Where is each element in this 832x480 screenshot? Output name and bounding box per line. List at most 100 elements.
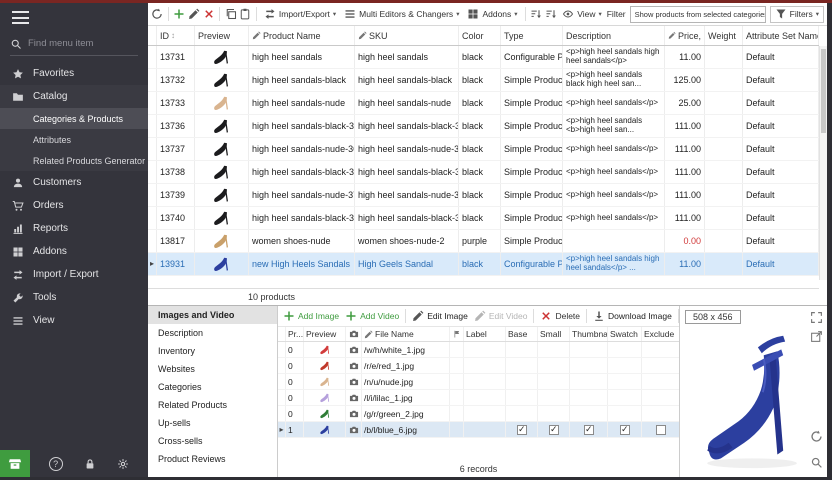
column-header-id[interactable]: ID↕ <box>157 26 195 45</box>
tab-inventory[interactable]: Inventory <box>148 342 277 360</box>
column-header-weight[interactable]: Weight <box>705 26 743 45</box>
edit-video-button[interactable]: Edit Video <box>472 310 530 322</box>
column-header-swatch[interactable]: Swatch <box>608 327 642 341</box>
thumbnail-checkbox[interactable] <box>584 425 594 435</box>
store-button[interactable] <box>0 450 30 477</box>
lock-icon[interactable] <box>84 458 96 470</box>
column-header-sku[interactable]: SKU <box>355 26 459 45</box>
product-row[interactable]: ▸ 13738 high heel sandals-black-37 high … <box>148 161 819 184</box>
add-image-button[interactable]: Add Image <box>281 310 341 322</box>
small-checkbox[interactable] <box>549 425 559 435</box>
import-export-menu[interactable]: Import/Export▾ <box>261 7 339 21</box>
product-row[interactable]: ▸ 13739 high heel sandals-nude-37 high h… <box>148 184 819 207</box>
multi-editors-menu[interactable]: Multi Editors & Changers▾ <box>341 7 462 21</box>
camera-icon <box>349 393 359 403</box>
column-header-exclude[interactable]: Exclude <box>642 327 680 341</box>
sidebar-item-tools[interactable]: Tools <box>0 286 148 309</box>
image-row[interactable]: ▸ 0 /g/r/green_2.jpg <box>278 406 679 422</box>
product-row[interactable]: ▸ 13733 high heel sandals-nude high heel… <box>148 92 819 115</box>
tab-description[interactable]: Description <box>148 324 277 342</box>
column-header-image-preview[interactable]: Preview <box>304 327 346 341</box>
image-row[interactable]: ▸ 0 /l/i/lilac_1.jpg <box>278 390 679 406</box>
sidebar-item-reports[interactable]: Reports <box>0 217 148 240</box>
column-header-base[interactable]: Base <box>506 327 538 341</box>
tab-images-and-video[interactable]: Images and Video <box>148 306 277 324</box>
cross-icon <box>540 310 552 322</box>
delete-image-button[interactable]: Delete <box>538 310 582 322</box>
column-header-small[interactable]: Small <box>538 327 570 341</box>
product-id-cell: 13931 <box>157 253 195 275</box>
column-header-preview[interactable]: Preview <box>195 26 249 45</box>
column-header-flag[interactable] <box>450 327 464 341</box>
sidebar-item-catalog[interactable]: Catalog <box>0 85 148 108</box>
product-row[interactable]: ▸ 13736 high heel sandals-black-36 high … <box>148 115 819 138</box>
fullscreen-expand-icon[interactable] <box>810 311 823 324</box>
product-row[interactable]: ▸ 13817 women shoes-nude women shoes-nud… <box>148 230 819 253</box>
tab-websites[interactable]: Websites <box>148 360 277 378</box>
tab-up-sells[interactable]: Up-sells <box>148 414 277 432</box>
category-filter-select[interactable]: Show products from selected categories▾ <box>630 6 766 23</box>
product-sku-cell: high heel sandals-black <box>355 69 459 91</box>
column-header-type[interactable]: Type <box>501 26 563 45</box>
product-row[interactable]: ▸ 13731 high heel sandals high heel sand… <box>148 46 819 69</box>
image-row[interactable]: ▸ 1 /b/l/blue_6.jpg <box>278 422 679 438</box>
column-header-file-name[interactable]: File Name <box>362 327 450 341</box>
sidebar-item-categories-products[interactable]: Categories & Products <box>0 108 148 129</box>
tab-related-products[interactable]: Related Products <box>148 396 277 414</box>
base-checkbox[interactable] <box>517 425 527 435</box>
edit-product-button[interactable] <box>188 6 201 22</box>
column-header-color[interactable]: Color <box>459 26 501 45</box>
exclude-checkbox[interactable] <box>656 425 666 435</box>
vertical-scrollbar[interactable] <box>819 46 827 280</box>
scrollbar-thumb[interactable] <box>821 49 826 133</box>
product-row[interactable]: ▸ 13931 new High Heels Sandals High Geel… <box>148 253 819 276</box>
tab-product-reviews[interactable]: Product Reviews <box>148 450 277 468</box>
add-video-button[interactable]: Add Video <box>343 310 401 322</box>
product-row[interactable]: ▸ 13740 high heel sandals-black-38 high … <box>148 207 819 230</box>
image-row[interactable]: ▸ 0 /n/u/nude.jpg <box>278 374 679 390</box>
addons-menu[interactable]: Addons▾ <box>464 7 520 21</box>
image-position-cell: 0 <box>286 406 304 421</box>
swatch-checkbox[interactable] <box>620 425 630 435</box>
menu-search-input[interactable] <box>28 38 128 49</box>
column-header-price[interactable]: Price, <box>665 26 705 45</box>
column-header-label[interactable]: Label <box>464 327 506 341</box>
edit-image-button[interactable]: Edit Image <box>410 310 470 322</box>
menu-toggle-icon[interactable] <box>12 11 29 24</box>
shoe-thumbnail-icon <box>319 408 331 420</box>
sidebar-item-attributes[interactable]: Attributes <box>0 129 148 150</box>
tab-cross-sells[interactable]: Cross-sells <box>148 432 277 450</box>
sidebar-item-favorites[interactable]: Favorites <box>0 62 148 85</box>
download-image-button[interactable]: Download Image <box>591 310 674 322</box>
delete-product-button[interactable] <box>202 6 215 22</box>
product-row[interactable]: ▸ 13732 high heel sandals-black high hee… <box>148 69 819 92</box>
sidebar-item-customers[interactable]: Customers <box>0 171 148 194</box>
copy-button[interactable] <box>224 6 237 22</box>
sort-desc-button[interactable] <box>544 6 557 22</box>
column-header-product-name[interactable]: Product Name <box>249 26 355 45</box>
settings-gear-icon[interactable] <box>117 458 129 470</box>
column-header-description[interactable]: Description <box>563 26 665 45</box>
paste-button[interactable] <box>239 6 252 22</box>
sidebar-item-orders[interactable]: Orders <box>0 194 148 217</box>
refresh-button[interactable] <box>151 6 164 22</box>
view-menu[interactable]: View▾ <box>559 7 605 21</box>
sidebar-item-related-products-generator[interactable]: Related Products Generator <box>0 150 148 171</box>
product-name-cell: high heel sandals-black-38 <box>249 207 355 229</box>
column-header-camera[interactable] <box>346 327 362 341</box>
image-row[interactable]: ▸ 0 /r/e/red_1.jpg <box>278 358 679 374</box>
add-product-button[interactable] <box>173 6 186 22</box>
sidebar-item-import-export[interactable]: Import / Export <box>0 263 148 286</box>
sort-asc-button[interactable] <box>530 6 543 22</box>
swatch-checkbox-cell <box>608 406 642 421</box>
column-header-thumbnail[interactable]: Thumbna <box>570 327 608 341</box>
sidebar-item-addons[interactable]: Addons <box>0 240 148 263</box>
product-row[interactable]: ▸ 13737 high heel sandals-nude-36 high h… <box>148 138 819 161</box>
column-header-position[interactable]: Pr... <box>286 327 304 341</box>
column-header-attribute-set[interactable]: Attribute Set Name <box>743 26 819 45</box>
image-row[interactable]: ▸ 0 /w/h/white_1.jpg <box>278 342 679 358</box>
tab-categories[interactable]: Categories <box>148 378 277 396</box>
filters-button[interactable]: Filters▾ <box>770 6 824 23</box>
sidebar-item-view[interactable]: View <box>0 309 148 332</box>
help-button[interactable]: ? <box>49 457 63 471</box>
